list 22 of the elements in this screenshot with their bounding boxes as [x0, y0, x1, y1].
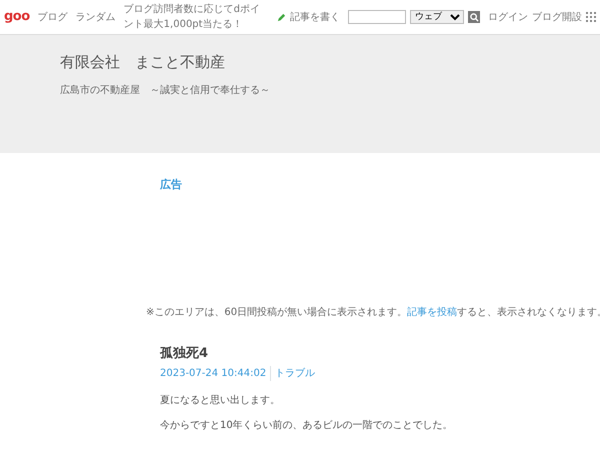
- blog-description: 広島市の不動産屋 ～誠実と信用で奉仕する～: [60, 84, 271, 98]
- post-paragraph: 夏になると思い出します。: [160, 394, 281, 408]
- post-date: 2023-07-24 10:44:02: [160, 367, 266, 381]
- search-field[interactable]: [348, 10, 406, 24]
- nav-link[interactable]: ランダム: [76, 10, 116, 24]
- pen-icon: [277, 12, 286, 22]
- account-link[interactable]: ブログ開設: [532, 10, 582, 24]
- account-link[interactable]: ログイン: [488, 10, 528, 24]
- post-link[interactable]: 記事を投稿: [407, 306, 458, 318]
- write-link[interactable]: 記事を書く: [290, 10, 340, 24]
- ad-heading: 広告: [160, 177, 183, 193]
- promo-text: ブログ訪問者数に応じてdポイント最大1,000pt当たる！: [124, 2, 262, 32]
- blog-title[interactable]: 有限会社 まこと不動産: [60, 53, 540, 71]
- post-category[interactable]: トラブル: [270, 366, 316, 381]
- logo[interactable]: goo: [4, 7, 30, 27]
- grid-menu-icon[interactable]: [586, 12, 596, 22]
- post-title[interactable]: 孤独死4: [160, 344, 590, 363]
- scope-select[interactable]: ウェブ: [410, 10, 464, 24]
- ad-notice: ※このエリアは、60日間投稿が無い場合に表示されます。記事を投稿すると、表示されなくなります。: [146, 306, 600, 320]
- nav-link[interactable]: ブログ: [38, 10, 68, 24]
- search-button[interactable]: [468, 11, 480, 23]
- post-paragraph: 今からですと10年くらい前の、あるビルの一階でのことでした。: [160, 418, 454, 433]
